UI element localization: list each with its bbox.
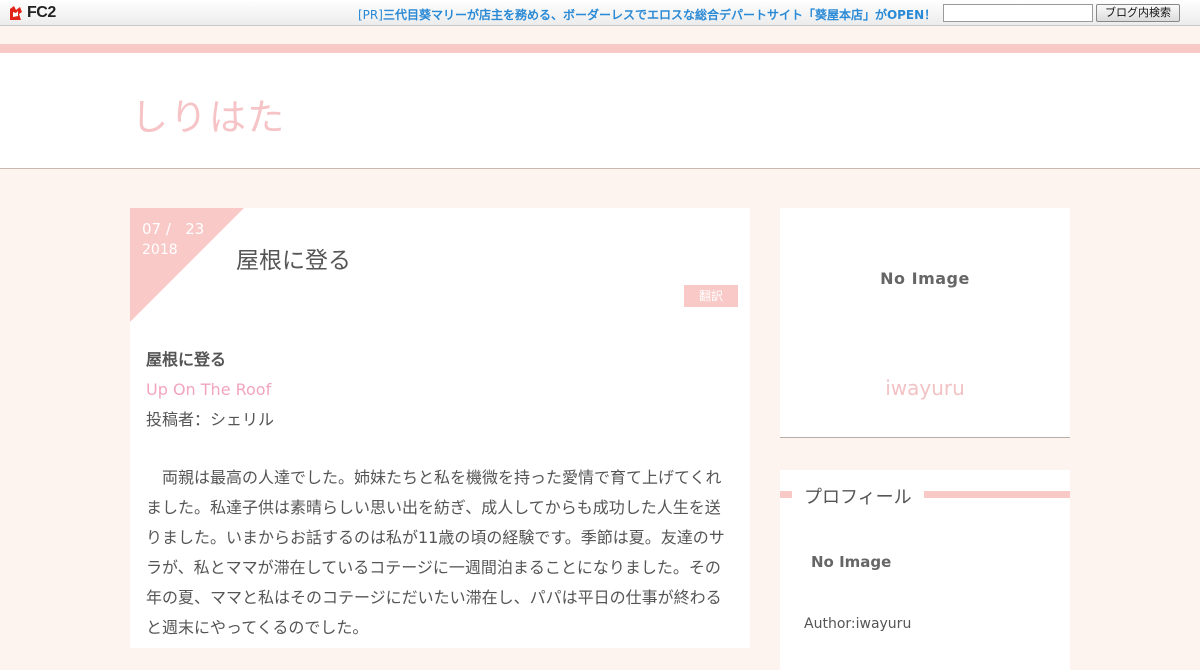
entry-paragraph: 両親は最高の人達でした。姉妹たちと私を機微を持った愛情で育て上げてくれました。私… (146, 468, 725, 637)
fc2-logo-icon (10, 6, 22, 20)
profile-title: プロフィール (804, 487, 912, 508)
author-no-image: No Image (880, 269, 970, 288)
fc2-toolbar: FC2 [PR]三代目葵マリーが店主を務める、ボーダーレスでエロスな総合デパート… (0, 0, 1200, 26)
profile-rule-left (780, 491, 792, 498)
header-stripe (0, 44, 1200, 53)
blog-header: しりはた (0, 53, 1200, 169)
author-name[interactable]: iwayuru (780, 376, 1070, 400)
blog-title[interactable]: しりはた (131, 87, 286, 141)
fc2-logo-text: FC2 (27, 4, 56, 21)
entry-date-month-day: 07 / 23 (142, 220, 205, 238)
translate-button[interactable]: 翻訳 (684, 285, 738, 307)
entry-body-header: 屋根に登る Up On The Roof 投稿者：シェリル (146, 345, 730, 435)
english-title-link[interactable]: Up On The Roof (146, 375, 730, 405)
profile-rule-right (924, 491, 1070, 498)
entry-date-year: 2018 (142, 242, 178, 258)
pr-prefix: [PR] (358, 8, 383, 22)
blog-search-input[interactable] (943, 4, 1093, 22)
entry-title[interactable]: 屋根に登る (236, 241, 351, 275)
entry-article: 07 / 23 2018 屋根に登る 翻訳 屋根に登る Up On The Ro… (130, 208, 750, 648)
story-heading: 屋根に登る (146, 350, 227, 369)
blog-search-button[interactable]: ブログ内検索 (1096, 4, 1180, 22)
profile-no-image: No Image (811, 553, 892, 571)
author-line: 投稿者：シェリル (146, 410, 275, 429)
pr-ad-link[interactable]: [PR]三代目葵マリーが店主を務める、ボーダーレスでエロスな総合デパートサイト「… (358, 6, 936, 23)
fc2-logo[interactable]: FC2 (7, 4, 56, 22)
sidebar-author-card: No Image iwayuru (780, 208, 1070, 438)
sidebar-profile: プロフィール No Image Author:iwayuru (780, 470, 1070, 670)
pr-text: 三代目葵マリーが店主を務める、ボーダーレスでエロスな総合デパートサイト「葵屋本店… (382, 8, 937, 22)
